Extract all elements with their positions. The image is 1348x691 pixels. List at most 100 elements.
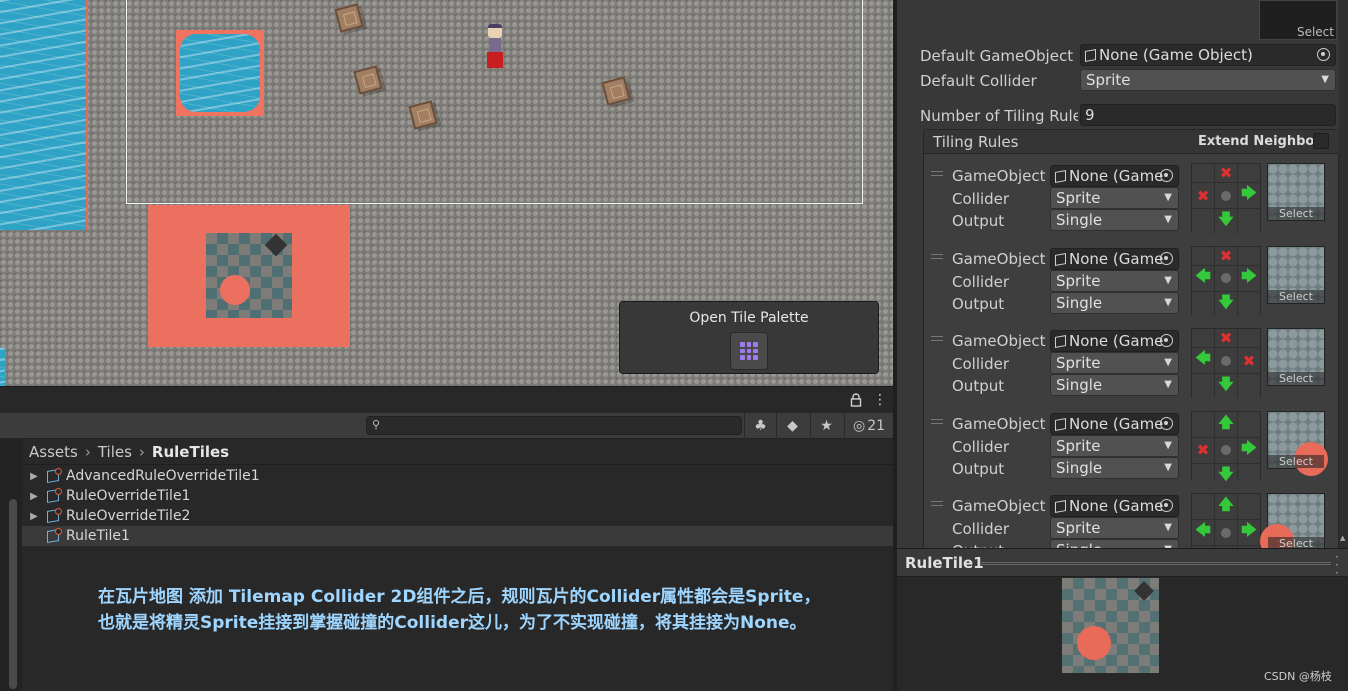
reorder-handle-icon[interactable]: [931, 336, 943, 341]
rule-output-dropdown[interactable]: Single▼: [1050, 374, 1179, 396]
object-picker-icon[interactable]: [1160, 416, 1173, 430]
reorder-handle-icon[interactable]: [931, 501, 943, 506]
neighbor-cell[interactable]: 🡆: [1238, 520, 1260, 545]
expand-arrow-icon[interactable]: ▶: [22, 491, 46, 502]
open-tile-palette-button[interactable]: [730, 332, 768, 370]
neighbor-rule-grid[interactable]: 🡅 ✖ 🡆 🡇: [1191, 410, 1261, 489]
rule-gameobject-field[interactable]: None (Game: [1050, 412, 1179, 435]
neighbor-cell[interactable]: ✖: [1192, 437, 1214, 463]
hidden-packages-button[interactable]: ◎ 21: [844, 413, 893, 439]
list-item[interactable]: ▶ RuleOverrideTile1: [22, 486, 893, 506]
rule-gameobject-field[interactable]: None (Game: [1050, 247, 1179, 270]
extend-neighbor-checkbox[interactable]: [1313, 133, 1329, 149]
rule-collider-dropdown[interactable]: Sprite ▼: [1050, 187, 1179, 209]
neighbor-cell[interactable]: 🡇: [1215, 463, 1237, 489]
neighbor-cell[interactable]: 🡄: [1192, 348, 1214, 373]
select-button[interactable]: Select: [1297, 25, 1334, 39]
search-input[interactable]: ⚲: [366, 416, 742, 435]
neighbor-cell[interactable]: [1238, 374, 1260, 399]
list-item[interactable]: ▶ AdvancedRuleOverrideTile1: [22, 466, 893, 486]
object-picker-icon[interactable]: [1160, 169, 1173, 182]
neighbor-cell[interactable]: 🡆: [1238, 437, 1260, 463]
inspector-scrollbar[interactable]: ▲: [1339, 0, 1348, 548]
object-picker-icon[interactable]: [1317, 48, 1330, 61]
neighbor-rule-grid[interactable]: ✖ 🡄 ✖ 🡇: [1191, 328, 1261, 399]
neighbor-cell[interactable]: [1192, 411, 1214, 437]
rule-sprite-thumbnail[interactable]: Select: [1267, 163, 1325, 221]
breadcrumb-ruletiles[interactable]: RuleTiles: [152, 443, 229, 461]
rule-collider-dropdown[interactable]: Sprite ▼: [1050, 517, 1179, 539]
rule-collider-dropdown[interactable]: Sprite ▼: [1050, 434, 1179, 457]
neighbor-cell[interactable]: 🡄: [1192, 520, 1214, 545]
neighbor-cell[interactable]: ✖: [1215, 164, 1237, 182]
rule-output-dropdown[interactable]: Single▼: [1050, 539, 1179, 548]
rule-output-dropdown[interactable]: Single▼: [1050, 291, 1179, 314]
rule-sprite-thumbnail[interactable]: Select: [1260, 493, 1325, 548]
neighbor-cell[interactable]: ✖: [1215, 246, 1237, 265]
neighbor-cell[interactable]: [1215, 520, 1237, 545]
filter-by-label-button[interactable]: ◆: [776, 413, 808, 439]
kebab-menu-icon[interactable]: ⋮: [873, 391, 887, 409]
neighbor-cell[interactable]: ✖: [1192, 183, 1214, 208]
neighbor-cell[interactable]: [1238, 291, 1260, 317]
expand-arrow-icon[interactable]: ▶: [22, 471, 46, 482]
preview-header[interactable]: RuleTile1 · · ·: [897, 549, 1348, 579]
select-button[interactable]: Select: [1268, 537, 1324, 548]
neighbor-cell[interactable]: [1215, 183, 1237, 208]
favorites-button[interactable]: ★: [810, 413, 842, 439]
neighbor-cell[interactable]: 🡅: [1215, 411, 1237, 437]
tiling-rules-count-field[interactable]: 9: [1080, 104, 1336, 126]
rule-sprite-thumbnail[interactable]: Select: [1267, 410, 1328, 476]
player-character-sprite[interactable]: [484, 24, 506, 70]
neighbor-cell[interactable]: 🡇: [1215, 291, 1237, 317]
neighbor-cell[interactable]: [1238, 329, 1260, 347]
neighbor-cell[interactable]: [1238, 164, 1260, 182]
neighbor-cell[interactable]: [1192, 209, 1214, 234]
rule-sprite-thumbnail[interactable]: Select: [1267, 328, 1325, 386]
reorder-handle-icon[interactable]: [931, 418, 943, 424]
rule-collider-dropdown[interactable]: Sprite ▼: [1050, 352, 1179, 374]
reorder-handle-icon[interactable]: [931, 253, 943, 259]
select-button[interactable]: Select: [1268, 289, 1324, 303]
list-item-selected[interactable]: RuleTile1: [22, 526, 893, 546]
scroll-arrow-icon[interactable]: ▲: [1340, 534, 1345, 542]
neighbor-cell[interactable]: [1192, 164, 1214, 182]
default-sprite-preview[interactable]: Select: [1259, 0, 1337, 40]
list-item[interactable]: ▶ RuleOverrideTile2: [22, 506, 893, 526]
breadcrumb-assets[interactable]: Assets: [29, 443, 78, 461]
object-picker-icon[interactable]: [1160, 499, 1173, 512]
neighbor-cell[interactable]: [1238, 246, 1260, 265]
drag-handle[interactable]: [981, 562, 1331, 565]
breadcrumb-tiles[interactable]: Tiles: [98, 443, 132, 461]
rule-sprite-thumbnail[interactable]: Select: [1267, 245, 1325, 304]
rule-collider-dropdown[interactable]: Sprite ▼: [1050, 269, 1179, 292]
object-picker-icon[interactable]: [1160, 251, 1173, 265]
rule-gameobject-field[interactable]: None (Game: [1050, 165, 1179, 187]
rule-gameobject-field[interactable]: None (Game: [1050, 330, 1179, 352]
neighbor-cell[interactable]: [1192, 463, 1214, 489]
neighbor-cell[interactable]: 🡄: [1192, 265, 1214, 291]
expand-arrow-icon[interactable]: ▶: [22, 511, 46, 522]
neighbor-cell[interactable]: [1215, 437, 1237, 463]
lock-icon[interactable]: [850, 393, 862, 407]
neighbor-cell[interactable]: 🡇: [1215, 374, 1237, 399]
neighbor-rule-grid[interactable]: 🡅🡄🡆🡇: [1191, 493, 1261, 548]
neighbor-cell[interactable]: [1192, 494, 1214, 519]
neighbor-cell[interactable]: [1238, 463, 1260, 489]
default-gameobject-field[interactable]: None (Game Object): [1080, 44, 1336, 66]
neighbor-cell[interactable]: [1238, 209, 1260, 234]
scene-view[interactable]: Open Tile Palette: [0, 0, 893, 386]
neighbor-cell[interactable]: 🡆: [1238, 183, 1260, 208]
neighbor-cell[interactable]: [1238, 494, 1260, 519]
filter-by-type-button[interactable]: ♣: [744, 413, 776, 439]
rule-output-dropdown[interactable]: Single▼: [1050, 456, 1179, 479]
neighbor-cell[interactable]: [1215, 265, 1237, 291]
object-picker-icon[interactable]: [1160, 334, 1173, 347]
neighbor-cell[interactable]: [1238, 411, 1260, 437]
neighbor-cell[interactable]: [1192, 246, 1214, 265]
neighbor-cell[interactable]: [1192, 374, 1214, 399]
neighbor-cell[interactable]: ✖: [1238, 348, 1260, 373]
select-button[interactable]: Select: [1268, 207, 1324, 220]
neighbor-cell[interactable]: ✖: [1215, 329, 1237, 347]
default-collider-dropdown[interactable]: Sprite ▼: [1080, 69, 1336, 91]
